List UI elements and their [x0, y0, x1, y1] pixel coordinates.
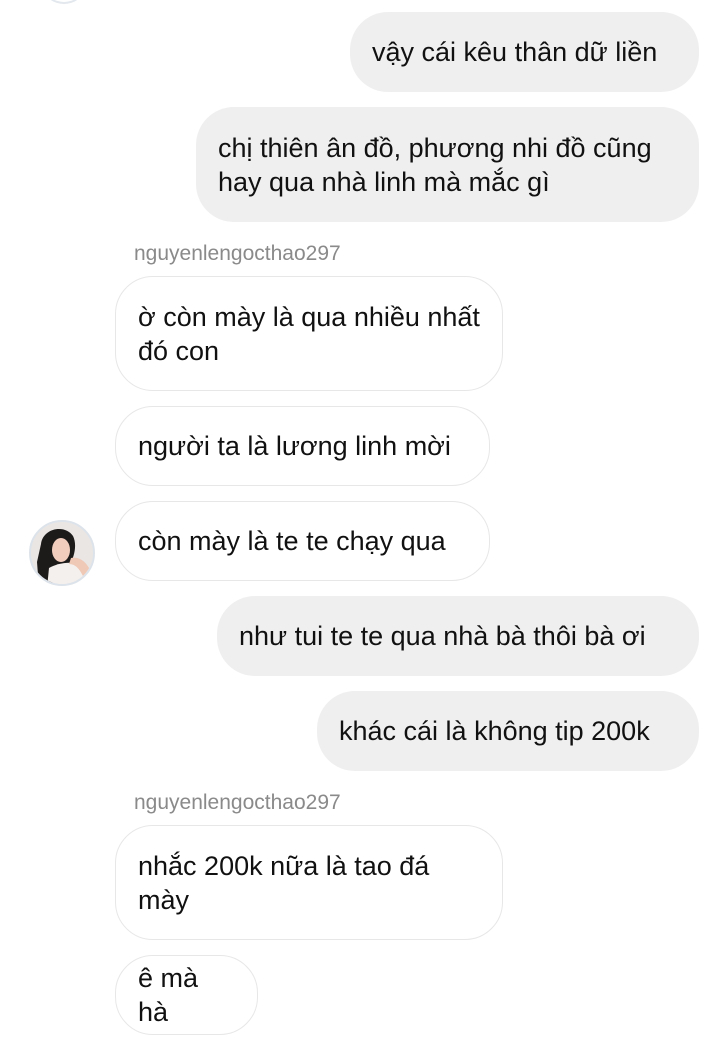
sender-username: nguyenlengocthao297 — [134, 242, 341, 265]
contact-avatar[interactable] — [29, 520, 95, 586]
message-text: vậy cái kêu thân dữ liền — [372, 37, 658, 67]
message-text: còn mày là te te chạy qua — [138, 526, 446, 556]
incoming-message[interactable]: ờ còn mày là qua nhiều nhất đó con — [115, 276, 503, 391]
avatar-photo-icon — [31, 522, 93, 584]
outgoing-message[interactable]: khác cái là không tip 200k — [317, 691, 699, 771]
sender-username: nguyenlengocthao297 — [134, 791, 341, 814]
message-text: như tui te te qua nhà bà thôi bà ơi — [239, 621, 646, 651]
incoming-message[interactable]: còn mày là te te chạy qua — [115, 501, 490, 581]
previous-avatar-edge — [44, 0, 84, 4]
outgoing-message[interactable]: chị thiên ân đồ, phương nhi đồ cũng hay … — [196, 107, 699, 222]
incoming-message[interactable]: ê mà hà — [115, 955, 258, 1035]
message-text: khác cái là không tip 200k — [339, 716, 650, 746]
message-text: nhắc 200k nữa là tao đá mày — [138, 850, 430, 915]
message-text: ê mà hà — [138, 963, 199, 1027]
outgoing-message[interactable]: như tui te te qua nhà bà thôi bà ơi — [217, 596, 699, 676]
incoming-message[interactable]: người ta là lương linh mời — [115, 406, 490, 486]
outgoing-message[interactable]: vậy cái kêu thân dữ liền — [350, 12, 699, 92]
message-text: ờ còn mày là qua nhiều nhất đó con — [138, 301, 480, 366]
message-text: người ta là lương linh mời — [138, 431, 451, 461]
incoming-message[interactable]: nhắc 200k nữa là tao đá mày — [115, 825, 503, 940]
message-text: chị thiên ân đồ, phương nhi đồ cũng hay … — [218, 132, 652, 197]
